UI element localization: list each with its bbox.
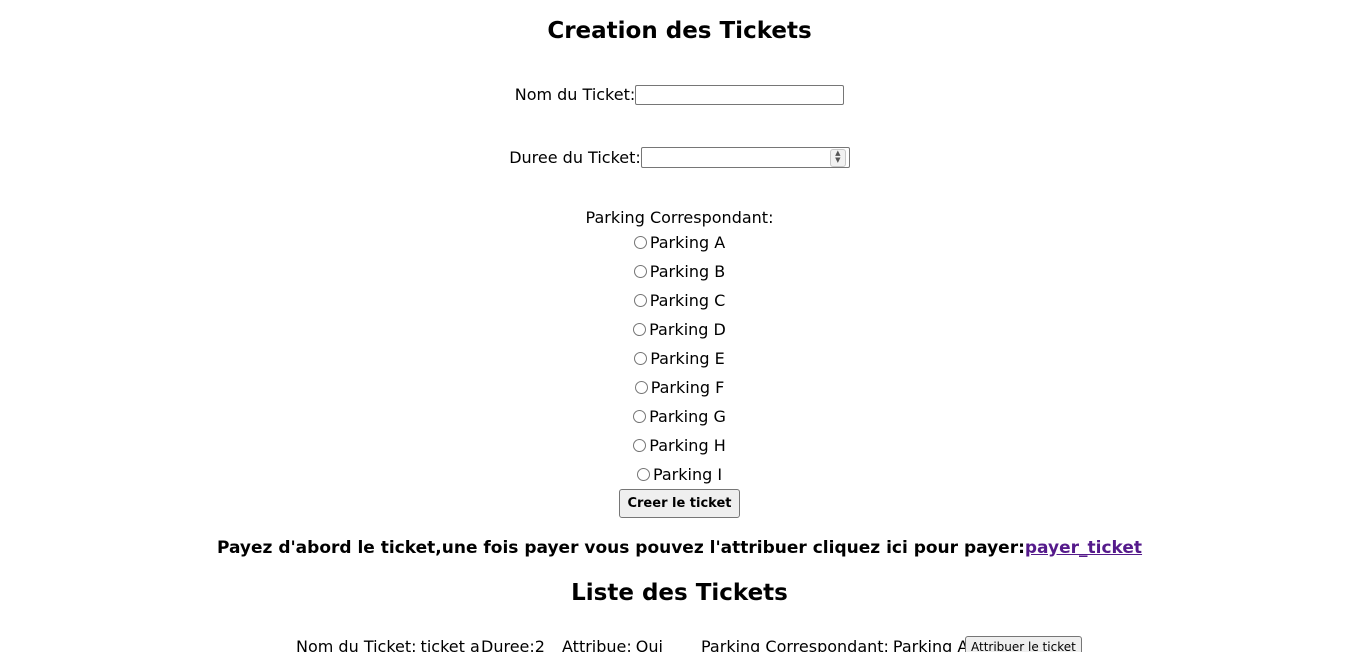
create-ticket-button[interactable]: Creer le ticket bbox=[619, 489, 740, 518]
ticket-name-label: Nom du Ticket: bbox=[514, 85, 636, 104]
parking-option-label: Parking F bbox=[650, 378, 725, 397]
ticket-assigned-value: Oui bbox=[635, 637, 663, 652]
spinner-down-icon[interactable]: ▼ bbox=[831, 157, 845, 164]
radio-button[interactable] bbox=[634, 352, 648, 365]
parking-option-label: Parking H bbox=[649, 436, 726, 455]
parking-option[interactable]: Parking B bbox=[0, 257, 1359, 286]
ticket-duration-value: 2 bbox=[534, 637, 545, 652]
ticket-duration-row: Duree du Ticket: ▲ ▼ bbox=[0, 147, 1359, 168]
ticket-row: Nom du Ticket: ticket a Duree:2 Attribue:… bbox=[296, 636, 1082, 652]
parking-option-label: Parking I bbox=[652, 465, 723, 484]
radio-button[interactable] bbox=[633, 236, 647, 249]
radio-button[interactable] bbox=[636, 468, 650, 481]
list-title: Liste des Tickets bbox=[571, 580, 788, 606]
create-button-row: Creer le ticket bbox=[0, 489, 1359, 518]
radio-button[interactable] bbox=[633, 323, 647, 336]
creation-title: Creation des Tickets bbox=[547, 18, 812, 44]
ticket-assigned-field-label: Attribue: bbox=[562, 637, 632, 652]
ticket-duration-field: Duree:2 bbox=[481, 637, 562, 652]
parking-option-label: Parking B bbox=[649, 262, 726, 281]
parking-option[interactable]: Parking D bbox=[0, 315, 1359, 344]
radio-button[interactable] bbox=[633, 265, 647, 278]
parking-option-label: Parking A bbox=[649, 233, 726, 252]
ticket-assigned-field: Attribue: Oui bbox=[562, 637, 701, 652]
pay-ticket-link[interactable]: payer_ticket bbox=[1025, 538, 1142, 558]
parking-option[interactable]: Parking A bbox=[0, 228, 1359, 257]
ticket-name-value: ticket a bbox=[420, 637, 480, 652]
ticket-creation-page: Creation des Tickets Nom du Ticket: Dure… bbox=[0, 0, 1359, 652]
radio-button[interactable] bbox=[634, 381, 648, 394]
payment-notice-text: Payez d'abord le ticket,une fois payer v… bbox=[216, 538, 1025, 558]
ticket-duration-label: Duree du Ticket: bbox=[509, 147, 641, 167]
parking-option[interactable]: Parking I bbox=[0, 460, 1359, 489]
radio-button[interactable] bbox=[633, 410, 647, 423]
parking-option[interactable]: Parking E bbox=[0, 344, 1359, 373]
parking-option[interactable]: Parking F bbox=[0, 373, 1359, 402]
parking-label-row: Parking Correspondant: bbox=[0, 208, 1359, 228]
parking-option[interactable]: Parking C bbox=[0, 286, 1359, 315]
payment-notice: Payez d'abord le ticket,une fois payer v… bbox=[0, 536, 1359, 560]
parking-option-label: Parking D bbox=[649, 320, 726, 339]
parking-option-label: Parking E bbox=[650, 349, 725, 368]
ticket-parking-field-label: Parking Correspondant: bbox=[701, 637, 889, 652]
number-spinner[interactable]: ▲ ▼ bbox=[829, 149, 846, 167]
parking-label: Parking Correspondant: bbox=[585, 208, 774, 227]
ticket-name-field: Nom du Ticket: ticket a bbox=[296, 637, 481, 652]
ticket-name-input[interactable] bbox=[635, 85, 845, 105]
parking-option-label: Parking C bbox=[649, 291, 726, 310]
assign-ticket-button[interactable]: Attribuer le ticket bbox=[965, 636, 1082, 652]
ticket-parking-value: Parking A bbox=[892, 637, 969, 652]
radio-button[interactable] bbox=[633, 439, 647, 452]
ticket-name-row: Nom du Ticket: bbox=[0, 85, 1359, 105]
parking-option-label: Parking G bbox=[649, 407, 726, 426]
ticket-name-field-label: Nom du Ticket: bbox=[296, 637, 417, 652]
list-header: Liste des Tickets bbox=[0, 578, 1359, 608]
ticket-parking-field: Parking Correspondant: Parking A bbox=[701, 637, 969, 652]
radio-button[interactable] bbox=[633, 294, 647, 307]
parking-option[interactable]: Parking G bbox=[0, 402, 1359, 431]
parking-option[interactable]: Parking H bbox=[0, 431, 1359, 460]
creation-header: Creation des Tickets bbox=[0, 16, 1359, 46]
parking-radio-group: Parking A Parking B Parking C Parking D … bbox=[0, 228, 1359, 489]
ticket-duration-input[interactable]: ▲ ▼ bbox=[640, 147, 850, 168]
ticket-duration-field-label: Duree: bbox=[481, 637, 535, 652]
